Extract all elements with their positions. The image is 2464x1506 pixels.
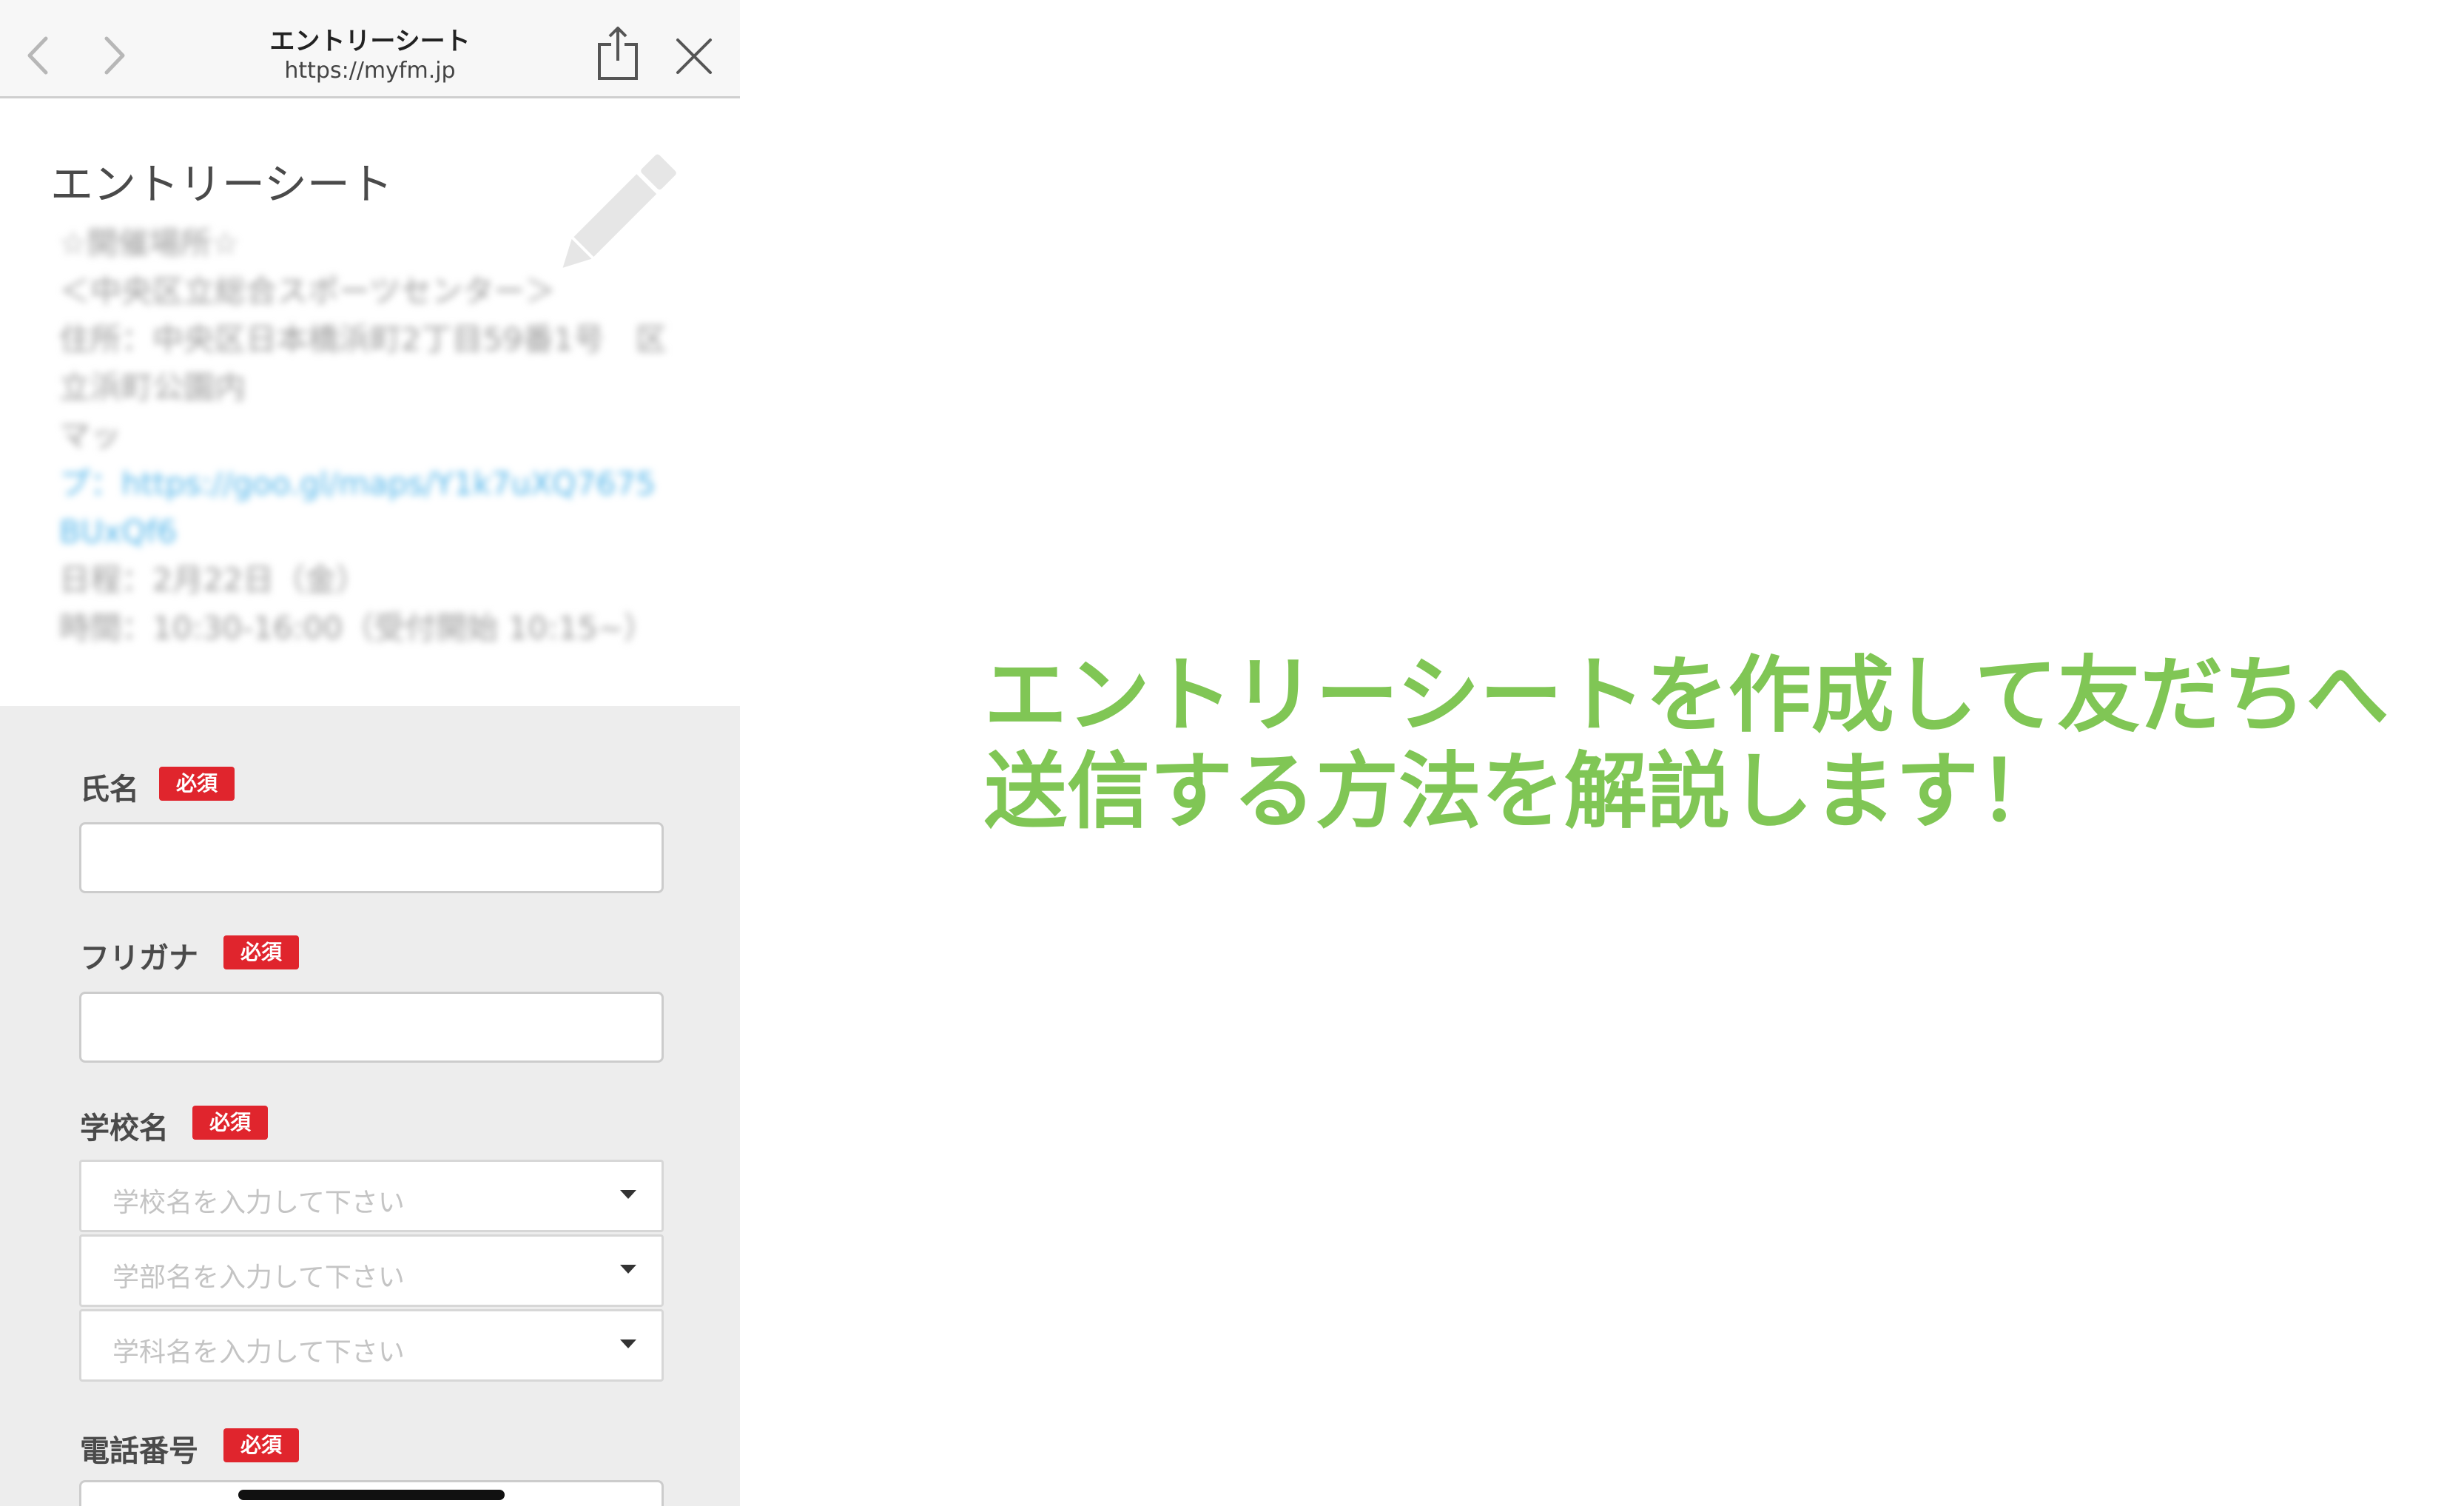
entry-form: 氏名 必須 フリガナ 必須 学校名 必須 学校名を入力して下さい 学部名を入力し… [0, 706, 740, 1506]
school-select[interactable]: 学校名を入力して下さい [79, 1160, 664, 1232]
browser-url: https://myfm.jp [284, 58, 456, 84]
share-icon[interactable] [592, 24, 644, 83]
description-line: マッ [59, 417, 122, 454]
faculty-placeholder: 学部名を入力して下さい [112, 1263, 405, 1293]
sheet-title: エントリーシート [50, 159, 393, 209]
description-line: 時間：10:30-16:00（受付開始 10:15~） [59, 610, 655, 646]
description-line: ＜中央区立総合スポーツセンター＞ [59, 273, 556, 309]
phone-label: 電話番号 [80, 1434, 198, 1468]
faculty-select[interactable]: 学部名を入力して下さい [79, 1234, 664, 1307]
headline-line-2: 送信する方法を解説します！ [984, 744, 2061, 840]
chevron-right-icon[interactable] [92, 30, 136, 81]
chevron-left-icon[interactable] [16, 30, 61, 81]
department-placeholder: 学科名を入力して下さい [112, 1337, 405, 1368]
furigana-input[interactable] [79, 992, 664, 1063]
required-badge: 必須 [223, 1428, 299, 1462]
map-link[interactable]: プ：https://goo.gl/maps/Y1k7uXQ7675 [59, 460, 696, 508]
dropdown-caret-icon [620, 1190, 636, 1199]
school-label: 学校名 [80, 1112, 169, 1146]
dropdown-caret-icon [620, 1339, 636, 1348]
school-placeholder: 学校名を入力して下さい [112, 1188, 405, 1218]
name-input[interactable] [79, 822, 664, 893]
name-label: 氏名 [80, 773, 139, 807]
furigana-label: フリガナ [80, 941, 198, 975]
map-link-cont[interactable]: BUxQf6 [59, 508, 696, 556]
home-indicator [238, 1490, 505, 1500]
dropdown-caret-icon [620, 1265, 636, 1274]
browser-toolbar: エントリーシート https://myfm.jp [0, 0, 740, 98]
close-icon[interactable] [673, 36, 715, 77]
headline: エントリーシートを作成して友だちへ 送信する方法を解説します！ [984, 648, 2449, 840]
description-line: 立浜町公園内 [59, 369, 246, 406]
description-line: 日程：2月22日（金） [59, 562, 368, 598]
sheet-description: ☆開催場所☆ ＜中央区立総合スポーツセンター＞ 住所：中央区日本橋浜町2丁目59… [59, 219, 696, 652]
headline-line-1: エントリーシートを作成して友だちへ [984, 648, 2389, 744]
phone-screenshot: エントリーシート https://myfm.jp エントリーシート ☆開催場所☆… [0, 0, 740, 1506]
sheet-header: エントリーシート ☆開催場所☆ ＜中央区立総合スポーツセンター＞ 住所：中央区日… [0, 101, 740, 706]
required-badge: 必須 [159, 767, 235, 801]
required-badge: 必須 [223, 935, 299, 969]
description-line: ☆開催場所☆ [59, 225, 240, 261]
required-badge: 必須 [192, 1106, 268, 1140]
department-select[interactable]: 学科名を入力して下さい [79, 1309, 664, 1382]
browser-title: エントリーシート [269, 27, 471, 56]
description-line: 住所：中央区日本橋浜町2丁目59番1号 区 [59, 321, 667, 357]
